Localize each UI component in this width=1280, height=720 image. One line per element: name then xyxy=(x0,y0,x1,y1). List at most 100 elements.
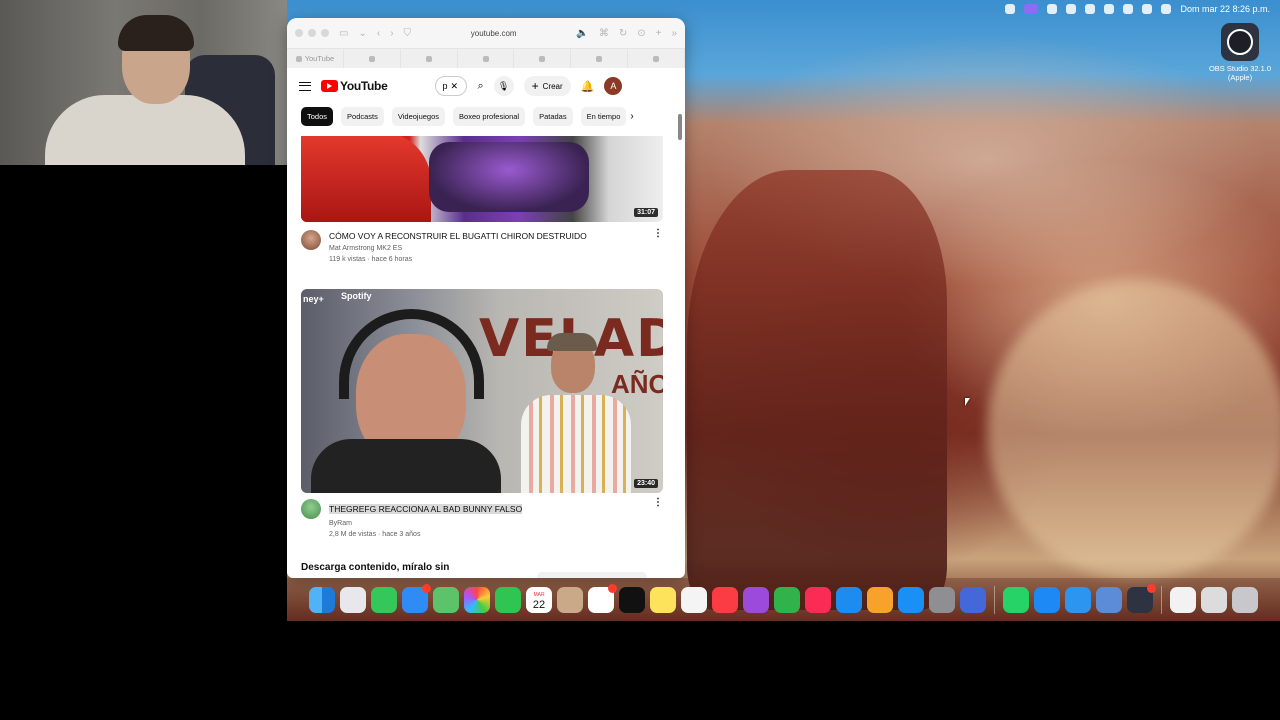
news-icon[interactable] xyxy=(805,586,831,613)
chip-videojuegos[interactable]: Videojuegos xyxy=(391,106,446,126)
keynote-icon[interactable] xyxy=(836,586,862,613)
screen-record-icon[interactable] xyxy=(1024,4,1039,14)
privacy-shield-icon[interactable]: ⛉ xyxy=(404,28,412,39)
dock-separator xyxy=(1161,585,1162,614)
video-stats: 119 k vistas · hace 6 horas xyxy=(329,256,413,263)
podcasts-icon[interactable] xyxy=(743,586,769,613)
address-bar[interactable]: youtube.com xyxy=(421,29,566,38)
new-tab-icon[interactable]: + xyxy=(656,28,662,39)
menu-icon[interactable] xyxy=(299,81,311,91)
translate-icon[interactable]: ⌘ xyxy=(599,28,609,39)
music-icon[interactable] xyxy=(712,586,738,613)
obs-icon[interactable] xyxy=(1127,583,1156,613)
settings-icon[interactable] xyxy=(929,586,955,613)
notes-icon[interactable] xyxy=(650,586,676,613)
video-thumbnail[interactable]: 31:07 xyxy=(301,136,663,222)
chip-todos[interactable]: Todos xyxy=(301,106,334,126)
calendar-month: MAR xyxy=(533,591,545,598)
clear-search-icon[interactable]: ✕ xyxy=(450,81,458,92)
messages-icon[interactable] xyxy=(371,586,397,613)
documents-icon[interactable] xyxy=(1170,586,1196,613)
numbers-icon[interactable] xyxy=(774,586,800,613)
youtube-logo[interactable]: YouTube xyxy=(321,79,388,93)
mail-icon[interactable] xyxy=(402,583,431,613)
freeform-icon[interactable] xyxy=(681,586,707,613)
channel-name[interactable]: Mat Armstrong MK2 ES xyxy=(329,245,645,252)
more-options-icon[interactable]: ⋮ xyxy=(653,498,663,538)
zoom-window-button[interactable] xyxy=(321,29,329,37)
audio-icon[interactable]: 🔈 xyxy=(576,28,588,39)
obs-desktop-icon[interactable] xyxy=(1221,23,1259,61)
trash-icon[interactable] xyxy=(1232,586,1258,613)
finder-icon[interactable] xyxy=(309,586,335,613)
reload-icon[interactable]: ↻ xyxy=(619,28,627,39)
tv-icon[interactable] xyxy=(619,586,645,613)
search-icon[interactable]: ⌕ xyxy=(477,80,483,93)
menubar-clock[interactable]: Dom mar 22 8:26 p.m. xyxy=(1180,4,1270,14)
control-center-icon[interactable] xyxy=(1142,4,1153,14)
car-icon[interactable] xyxy=(1047,4,1058,14)
scrollbar[interactable] xyxy=(678,114,682,140)
siri-icon[interactable] xyxy=(1161,4,1172,14)
preview-icon[interactable] xyxy=(960,586,986,613)
chevron-right-icon[interactable]: › xyxy=(630,111,633,122)
play-icon[interactable] xyxy=(1066,4,1077,14)
photos-icon[interactable] xyxy=(464,586,490,613)
chip-patadas[interactable]: Patadas xyxy=(533,106,573,126)
more-options-icon[interactable]: ⋮ xyxy=(653,229,663,263)
battery-icon[interactable] xyxy=(1085,4,1096,14)
calendar-icon[interactable]: MAR 22 xyxy=(526,586,552,613)
video-thumbnail[interactable]: ney+ Spotify VELAD AÑO 23:40 xyxy=(301,289,663,493)
tab-youtube[interactable]: YouTube xyxy=(287,49,344,68)
tab-2[interactable] xyxy=(344,49,401,68)
video-title[interactable]: CÓMO VOY A RECONSTRUIR EL BUGATTI CHIRON… xyxy=(329,231,645,242)
finder-app-icon[interactable] xyxy=(1096,586,1122,613)
status-icon-1[interactable] xyxy=(1005,4,1016,14)
safari-icon[interactable] xyxy=(1034,586,1060,613)
video-stats: 2,8 M de vistas · hace 3 años xyxy=(329,531,421,538)
tab-overview-icon[interactable]: » xyxy=(671,28,677,39)
reminders-icon[interactable] xyxy=(588,583,617,613)
webcam-person-hair xyxy=(118,15,194,51)
tab-4[interactable] xyxy=(458,49,515,68)
tab-3[interactable] xyxy=(401,49,458,68)
account-avatar[interactable]: A xyxy=(604,77,623,95)
obs-desktop-label[interactable]: OBS Studio 32.1.0 (Apple) xyxy=(1200,64,1280,82)
tab-7[interactable] xyxy=(628,49,685,68)
vpn-icon[interactable] xyxy=(1065,586,1091,613)
chip-boxeo[interactable]: Boxeo profesional xyxy=(453,106,526,126)
contacts-icon[interactable] xyxy=(557,586,583,613)
channel-avatar[interactable] xyxy=(301,230,321,250)
notifications-bell-icon[interactable]: 🔔 xyxy=(581,80,595,93)
whatsapp-icon[interactable] xyxy=(1003,586,1029,613)
back-arrow-icon[interactable]: ‹ xyxy=(377,28,380,39)
minimize-window-button[interactable] xyxy=(308,29,316,37)
chevron-down-icon[interactable]: ⌄ xyxy=(358,28,366,39)
download-icon[interactable]: ⊙ xyxy=(637,28,645,39)
keyboard-icon[interactable] xyxy=(1201,586,1227,613)
launchpad-icon[interactable] xyxy=(340,586,366,613)
thumbnail-brand-text: ney+ xyxy=(303,294,324,304)
chip-podcasts[interactable]: Podcasts xyxy=(341,106,384,126)
thumbnail-car xyxy=(429,142,589,212)
wifi-icon[interactable] xyxy=(1104,4,1115,14)
search-input[interactable]: p ✕ xyxy=(435,76,468,96)
chip-en-tiempo[interactable]: En tiempo xyxy=(580,106,627,126)
favicon-icon xyxy=(482,55,489,62)
channel-avatar[interactable] xyxy=(301,499,321,519)
sidebar-toggle-icon[interactable]: ▭ xyxy=(339,28,348,39)
channel-name[interactable]: ByRam xyxy=(329,520,645,527)
create-button[interactable]: + Crear xyxy=(523,76,571,96)
facetime-icon[interactable] xyxy=(495,586,521,613)
forward-arrow-icon[interactable]: › xyxy=(390,28,393,39)
video-title[interactable]: THEGREFG REACCIONA AL BAD BUNNY FALSO xyxy=(329,504,523,514)
tab-5[interactable] xyxy=(514,49,572,68)
calendar-day: 22 xyxy=(532,598,546,611)
appstore-icon[interactable] xyxy=(898,586,924,613)
close-window-button[interactable] xyxy=(295,29,303,37)
tab-6[interactable] xyxy=(571,49,629,68)
pages-icon[interactable] xyxy=(867,586,893,613)
microphone-icon[interactable]: 🎙 xyxy=(493,76,514,96)
maps-icon[interactable] xyxy=(433,586,459,613)
spotlight-search-icon[interactable] xyxy=(1123,4,1134,14)
